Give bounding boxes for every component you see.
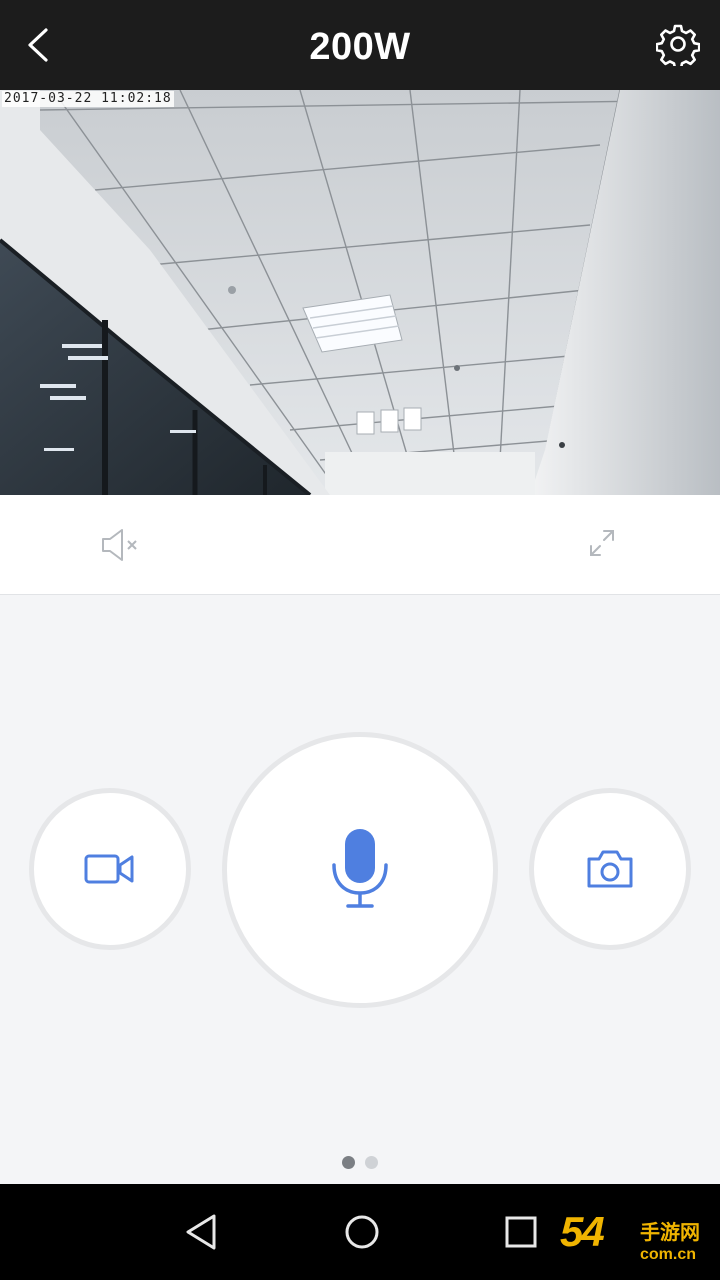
- camera-icon: [587, 850, 633, 888]
- settings-button[interactable]: [655, 22, 701, 70]
- system-navigation-bar: 54 手游网 com.cn: [0, 1184, 720, 1280]
- watermark-number: 54: [560, 1208, 605, 1255]
- video-control-bar: [0, 495, 720, 595]
- page-indicator: [0, 1156, 720, 1170]
- circle-home-icon: [345, 1215, 379, 1249]
- snapshot-button[interactable]: [529, 788, 691, 950]
- mute-button[interactable]: [98, 523, 142, 567]
- nav-home-button[interactable]: [340, 1210, 384, 1254]
- watermark-domain: com.cn: [640, 1246, 697, 1263]
- nav-back-button[interactable]: [180, 1210, 224, 1254]
- camera-live-view[interactable]: 2017-03-22 11:02:18: [0, 90, 720, 495]
- action-panel: [0, 596, 720, 1184]
- microphone-icon: [332, 829, 388, 908]
- talk-button[interactable]: [222, 732, 498, 1008]
- watermark-name: 手游网: [640, 1220, 700, 1244]
- video-camera-icon: [84, 854, 134, 884]
- expand-icon: [590, 530, 614, 556]
- fullscreen-button[interactable]: [582, 523, 622, 563]
- camera-feed-image: [0, 90, 720, 495]
- page-dot-active: [342, 1156, 355, 1169]
- app-screen: 200W 2017-03-22 11:02:18 54 手游网 com.cn: [0, 0, 720, 1280]
- video-timestamp: 2017-03-22 11:02:18: [2, 91, 174, 107]
- record-video-button[interactable]: [29, 788, 191, 950]
- triangle-back-icon: [186, 1214, 216, 1250]
- page-dot: [365, 1156, 378, 1169]
- nav-recents-button[interactable]: [499, 1210, 543, 1254]
- square-recents-icon: [505, 1216, 537, 1248]
- site-watermark: 54 手游网 com.cn: [560, 1206, 714, 1274]
- speaker-muted-icon: [102, 529, 137, 561]
- page-title: 200W: [309, 26, 411, 68]
- gear-icon: [655, 24, 701, 70]
- top-app-bar: 200W: [0, 0, 720, 90]
